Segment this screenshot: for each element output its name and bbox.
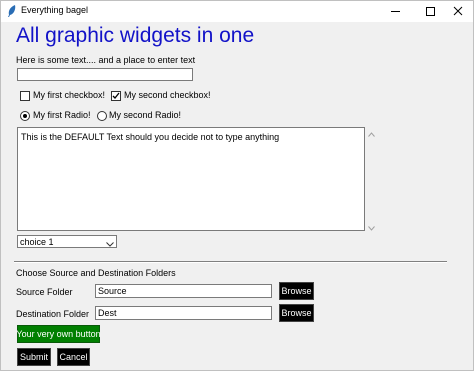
- source-folder-value: Source: [98, 286, 127, 296]
- section-divider: [14, 261, 447, 263]
- multiline-text: This is the DEFAULT Text should you deci…: [21, 132, 280, 142]
- radio-first-label[interactable]: My first Radio!: [33, 110, 91, 120]
- scroll-down-icon[interactable]: [368, 223, 375, 233]
- radio-first[interactable]: [20, 111, 30, 121]
- minimize-button[interactable]: [380, 1, 410, 22]
- chevron-down-icon[interactable]: [106, 239, 114, 249]
- multiline-textarea[interactable]: This is the DEFAULT Text should you deci…: [17, 127, 365, 231]
- page-title: All graphic widgets in one: [16, 24, 255, 47]
- destination-folder-input[interactable]: Dest: [95, 306, 272, 320]
- source-browse-button[interactable]: Browse: [279, 282, 314, 300]
- checkbox-second[interactable]: [111, 91, 121, 101]
- app-window: Everything bagel All graphic widgets in …: [0, 0, 474, 371]
- choice-combobox[interactable]: choice 1: [17, 235, 117, 248]
- maximize-button[interactable]: [415, 1, 445, 22]
- checkbox-first-label[interactable]: My first checkbox!: [33, 90, 105, 100]
- text-input[interactable]: [17, 68, 193, 81]
- checkmark-icon: [112, 92, 120, 99]
- close-button[interactable]: [443, 1, 473, 22]
- destination-browse-button[interactable]: Browse: [279, 304, 314, 322]
- radio-second[interactable]: [97, 111, 107, 121]
- radio-selected-dot: [23, 114, 27, 118]
- cancel-button[interactable]: Cancel: [57, 348, 90, 366]
- maximize-icon: [425, 7, 435, 16]
- feather-icon: [7, 5, 17, 17]
- multiline-scrollbar[interactable]: [366, 127, 377, 231]
- checkbox-first[interactable]: [20, 91, 30, 101]
- title-bar[interactable]: Everything bagel: [1, 1, 473, 22]
- radio-second-label[interactable]: My second Radio!: [109, 110, 181, 120]
- window-title: Everything bagel: [21, 5, 89, 15]
- combobox-value: choice 1: [20, 237, 54, 247]
- minimize-icon: [390, 11, 400, 12]
- prompt-label: Here is some text.... and a place to ent…: [16, 55, 196, 65]
- destination-folder-label: Destination Folder: [16, 309, 90, 319]
- checkbox-second-label[interactable]: My second checkbox!: [124, 90, 211, 100]
- source-folder-label: Source Folder: [16, 287, 73, 297]
- source-folder-input[interactable]: Source: [95, 284, 272, 298]
- close-icon: [453, 6, 463, 18]
- custom-button[interactable]: Your very own button: [16, 325, 101, 343]
- folders-section-label: Choose Source and Destination Folders: [16, 268, 176, 278]
- scroll-up-icon[interactable]: [368, 129, 375, 139]
- destination-folder-value: Dest: [98, 308, 117, 318]
- submit-button[interactable]: Submit: [17, 348, 51, 366]
